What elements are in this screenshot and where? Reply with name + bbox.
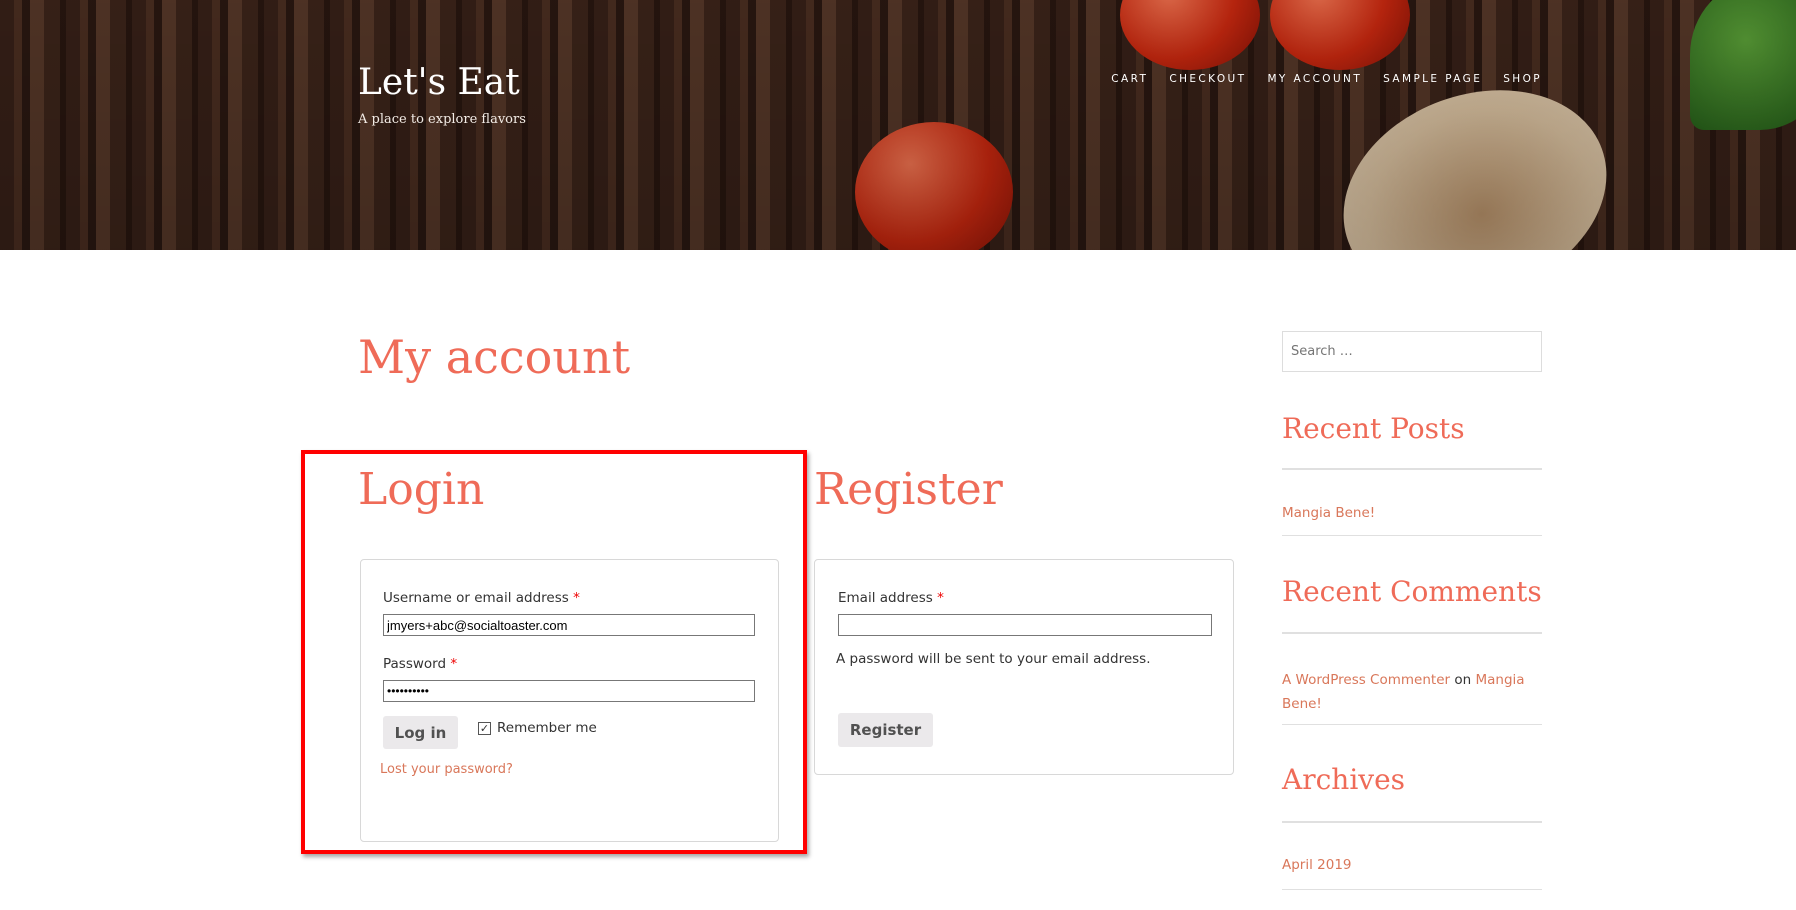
email-label: Email address *: [838, 590, 944, 606]
archive-link[interactable]: April 2019: [1282, 857, 1352, 873]
divider: [1282, 535, 1542, 536]
header-banner: Let's Eat A place to explore flavors CAR…: [0, 0, 1796, 250]
divider: [1282, 821, 1542, 823]
remember-checkbox[interactable]: ✓: [478, 722, 491, 735]
login-button[interactable]: Log in: [383, 716, 458, 749]
register-button[interactable]: Register: [838, 713, 933, 747]
login-heading: Login: [358, 464, 485, 515]
username-input[interactable]: [383, 614, 755, 636]
site-tagline: A place to explore flavors: [358, 112, 526, 127]
archives-heading: Archives: [1282, 763, 1406, 796]
page-title: My account: [358, 330, 631, 384]
divider: [1282, 889, 1542, 890]
nav-checkout[interactable]: CHECKOUT: [1169, 73, 1246, 85]
recent-comments-heading: Recent Comments: [1282, 575, 1542, 608]
username-label: Username or email address *: [383, 590, 580, 606]
nav-cart[interactable]: CART: [1111, 73, 1148, 85]
main-nav: CART CHECKOUT MY ACCOUNT SAMPLE PAGE SHO…: [1111, 73, 1542, 85]
recent-post-link[interactable]: Mangia Bene!: [1282, 505, 1375, 521]
divider: [1282, 468, 1542, 470]
comment-on-text: on: [1454, 672, 1472, 688]
password-input[interactable]: ••••••••••: [383, 680, 755, 702]
lost-password-link[interactable]: Lost your password?: [380, 762, 513, 777]
remember-label: Remember me: [497, 720, 597, 736]
register-form: Email address * A password will be sent …: [814, 559, 1234, 775]
register-heading: Register: [814, 464, 1003, 515]
password-note: A password will be sent to your email ad…: [836, 651, 1151, 667]
email-input[interactable]: [838, 614, 1212, 636]
login-form: Username or email address * Password * •…: [360, 559, 779, 842]
site-title[interactable]: Let's Eat: [358, 62, 520, 103]
password-label: Password *: [383, 656, 458, 672]
divider: [1282, 632, 1542, 634]
nav-sample-page[interactable]: SAMPLE PAGE: [1383, 73, 1482, 85]
nav-my-account[interactable]: MY ACCOUNT: [1267, 73, 1362, 85]
divider: [1282, 724, 1542, 725]
recent-comment: A WordPress Commenter on Mangia Bene!: [1282, 668, 1542, 716]
search-input[interactable]: [1282, 331, 1542, 372]
recent-posts-heading: Recent Posts: [1282, 412, 1465, 445]
nav-shop[interactable]: SHOP: [1503, 73, 1542, 85]
comment-author-link[interactable]: A WordPress Commenter: [1282, 672, 1450, 688]
